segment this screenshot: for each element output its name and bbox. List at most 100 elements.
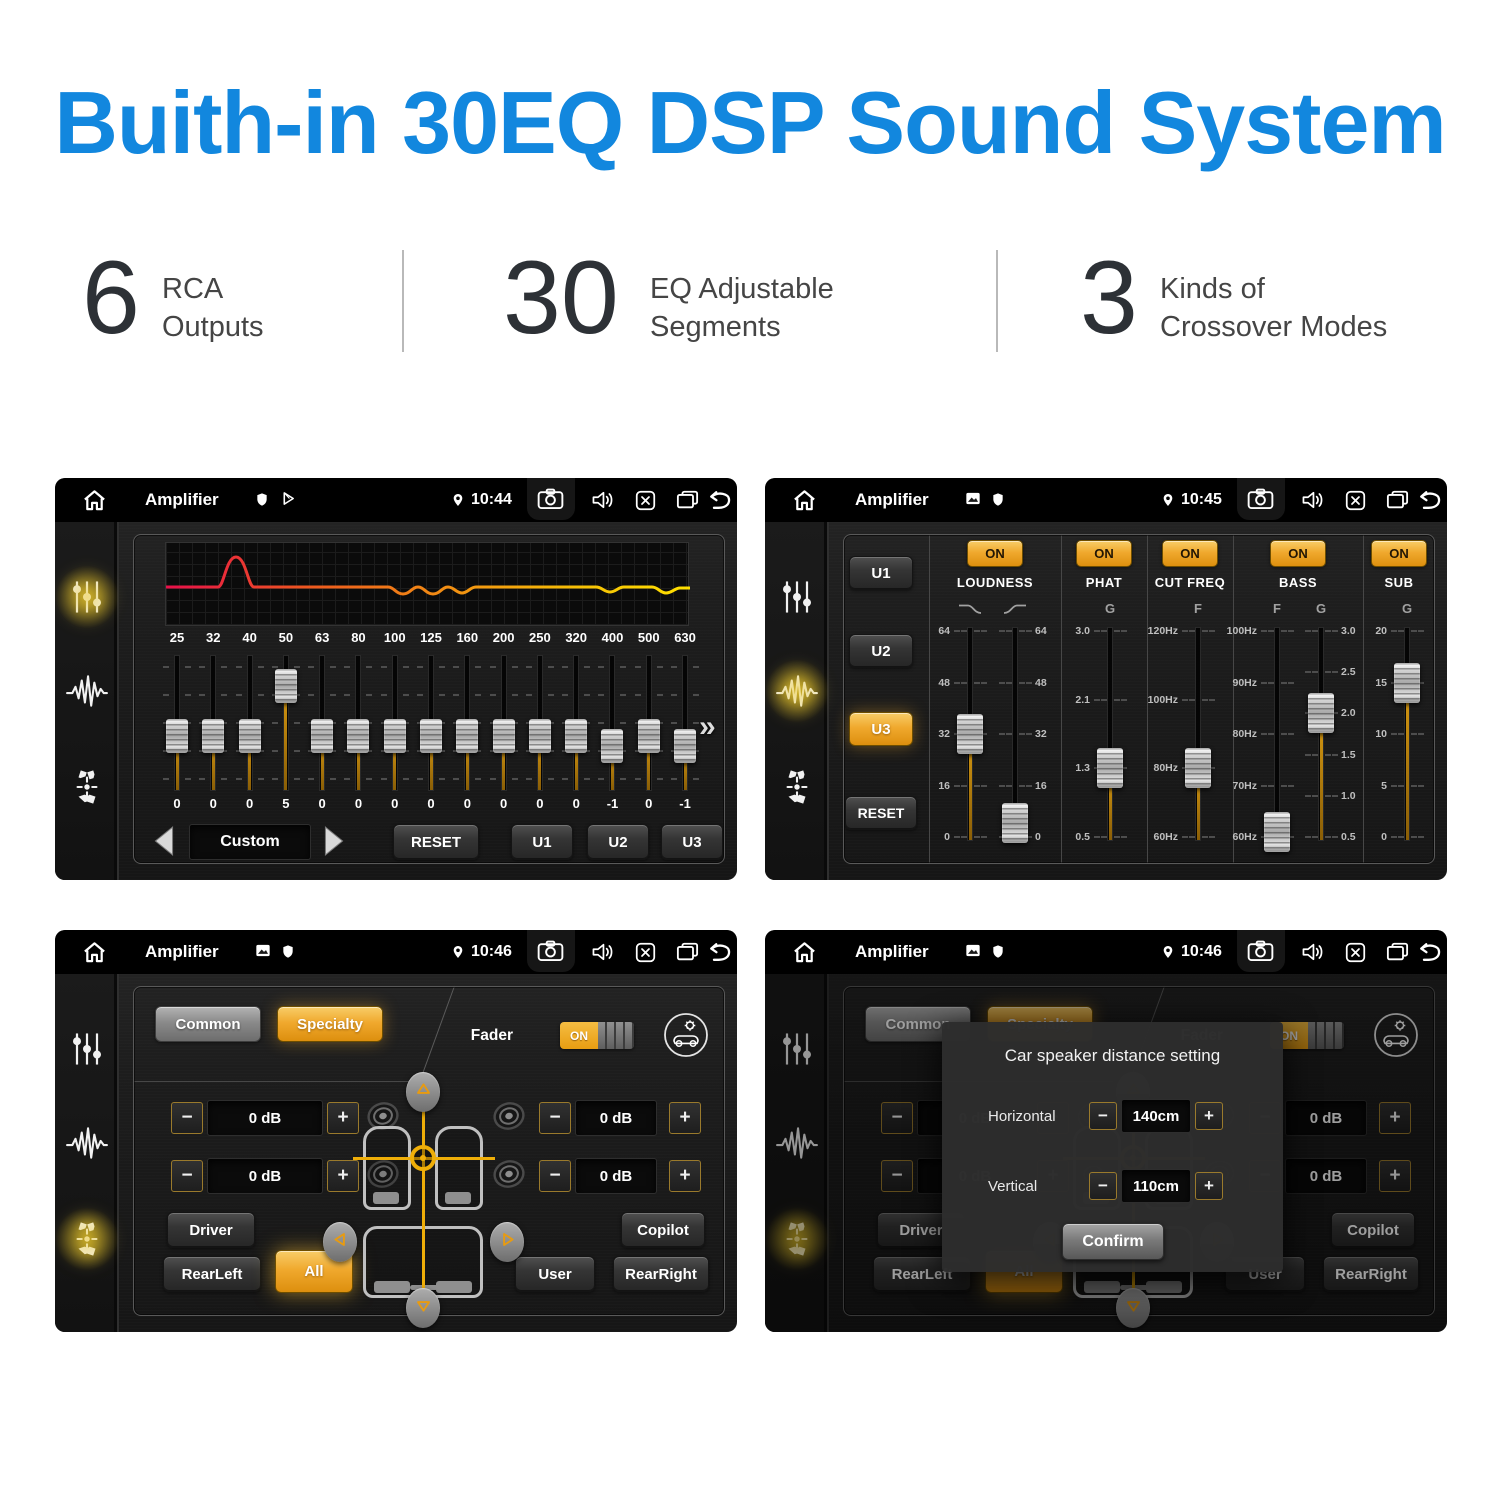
sidebar-nav (765, 522, 829, 880)
app-title: Amplifier (145, 490, 219, 510)
app-title: Amplifier (855, 942, 929, 962)
active-glow (55, 564, 120, 630)
stat-label-rca: RCAOutputs (162, 270, 264, 346)
sidebar-balance-icon[interactable] (64, 764, 110, 810)
play-icon (281, 491, 296, 511)
screenshot-camera-icon[interactable] (1247, 488, 1274, 515)
volume-icon[interactable] (1301, 942, 1325, 967)
location-pin-icon (1161, 491, 1175, 514)
clock-time: 10:45 (1181, 491, 1235, 509)
front-left-seat (363, 1126, 411, 1210)
sidebar-nav (55, 974, 119, 1332)
dialog-minus-button[interactable]: − (1089, 1172, 1117, 1200)
dialog-row-label: Horizontal (988, 1108, 1074, 1125)
main-panel (843, 534, 1435, 864)
location-pin-icon (451, 943, 465, 966)
back-icon[interactable] (705, 941, 733, 968)
dialog-plus-button[interactable]: + (1195, 1102, 1223, 1130)
seat-base (445, 1192, 471, 1204)
shield-icon (281, 943, 295, 965)
camera-notch (1237, 478, 1285, 520)
stat-label-crossover: Kinds ofCrossover Modes (1160, 270, 1387, 346)
active-glow (765, 658, 830, 724)
app-title: Amplifier (145, 942, 219, 962)
balance-right-button[interactable] (490, 1222, 524, 1262)
volume-icon[interactable] (591, 490, 615, 515)
fade-front-button[interactable] (406, 1072, 440, 1112)
confirm-button[interactable]: Confirm (1062, 1223, 1164, 1260)
photo-icon (255, 943, 271, 963)
recent-apps-icon[interactable] (675, 941, 700, 968)
dialog-value-box: 110cm (1121, 1169, 1191, 1203)
sidebar-balance-icon[interactable] (64, 1216, 110, 1262)
camera-notch (527, 478, 575, 520)
sidebar-equalizer-icon[interactable] (774, 574, 820, 620)
camera-notch (1237, 930, 1285, 972)
balance-crosshair-v (422, 1080, 425, 1306)
distance-dialog: Car speaker distance settingHorizontal−1… (942, 1022, 1283, 1272)
close-app-icon[interactable] (1345, 490, 1366, 516)
screenshot-camera-icon[interactable] (537, 940, 564, 967)
status-bar: Amplifier10:44 (55, 478, 737, 522)
close-app-icon[interactable] (635, 490, 656, 516)
back-icon[interactable] (705, 489, 733, 516)
shield-icon (991, 491, 1005, 513)
stat-number-eq: 30 (503, 246, 619, 350)
main-panel (133, 534, 725, 864)
balance-left-button[interactable] (323, 1222, 357, 1262)
stat-number-rca: 6 (82, 246, 140, 350)
home-icon[interactable] (81, 488, 108, 517)
sidebar-effects-icon[interactable] (64, 1120, 110, 1166)
seat-base (373, 1192, 399, 1204)
location-pin-icon (1161, 943, 1175, 966)
recent-apps-icon[interactable] (675, 489, 700, 516)
home-icon[interactable] (81, 940, 108, 969)
shield-icon (991, 943, 1005, 965)
dialog-plus-button[interactable]: + (1195, 1172, 1223, 1200)
sidebar-effects-icon[interactable] (64, 668, 110, 714)
home-icon[interactable] (791, 488, 818, 517)
page-title: Buith-in 30EQ DSP Sound System (0, 72, 1500, 174)
status-bar: Amplifier 10:45 (765, 478, 1447, 522)
sidebar-balance-icon[interactable] (774, 764, 820, 810)
back-icon[interactable] (1415, 941, 1443, 968)
location-pin-icon (451, 491, 465, 514)
stat-label-eq: EQ AdjustableSegments (650, 270, 834, 346)
photo-icon (965, 491, 981, 511)
stat-divider (402, 250, 404, 352)
balance-target-dot (420, 1155, 426, 1161)
arrow-left-icon (332, 1231, 349, 1253)
recent-apps-icon[interactable] (1385, 489, 1410, 516)
shield-icon (255, 491, 269, 513)
close-app-icon[interactable] (635, 942, 656, 968)
dialog-title: Car speaker distance setting (942, 1046, 1283, 1066)
home-icon[interactable] (791, 940, 818, 969)
dialog-row-label: Vertical (988, 1178, 1074, 1195)
sidebar-equalizer-icon[interactable] (64, 1026, 110, 1072)
back-icon[interactable] (1415, 489, 1443, 516)
screenshot-camera-icon[interactable] (1247, 940, 1274, 967)
screenshot-camera-icon[interactable] (537, 488, 564, 515)
arrow-right-icon (499, 1231, 516, 1253)
sidebar-nav (55, 522, 119, 880)
arrow-up-icon (415, 1081, 432, 1103)
status-bar: Amplifier 10:46 (55, 930, 737, 974)
recent-apps-icon[interactable] (1385, 941, 1410, 968)
clock-time: 10:46 (471, 943, 525, 961)
balance-target[interactable] (410, 1145, 436, 1171)
status-bar: Amplifier 10:46 (765, 930, 1447, 974)
screenshot-fader-balance: Amplifier10:46CommonSpecialtyFaderON−0 d… (55, 930, 737, 1332)
close-app-icon[interactable] (1345, 942, 1366, 968)
feature-stats: 6 RCAOutputs 30 EQ AdjustableSegments 3 … (0, 246, 1500, 378)
sidebar-equalizer-icon[interactable] (64, 574, 110, 620)
volume-icon[interactable] (1301, 490, 1325, 515)
stat-number-crossover: 3 (1080, 246, 1138, 350)
sidebar-effects-icon[interactable] (774, 668, 820, 714)
camera-notch (527, 930, 575, 972)
dialog-minus-button[interactable]: − (1089, 1102, 1117, 1130)
fade-rear-button[interactable] (406, 1288, 440, 1328)
volume-icon[interactable] (591, 942, 615, 967)
seat-base (436, 1281, 472, 1293)
clock-time: 10:46 (1181, 943, 1235, 961)
app-title: Amplifier (855, 490, 929, 510)
